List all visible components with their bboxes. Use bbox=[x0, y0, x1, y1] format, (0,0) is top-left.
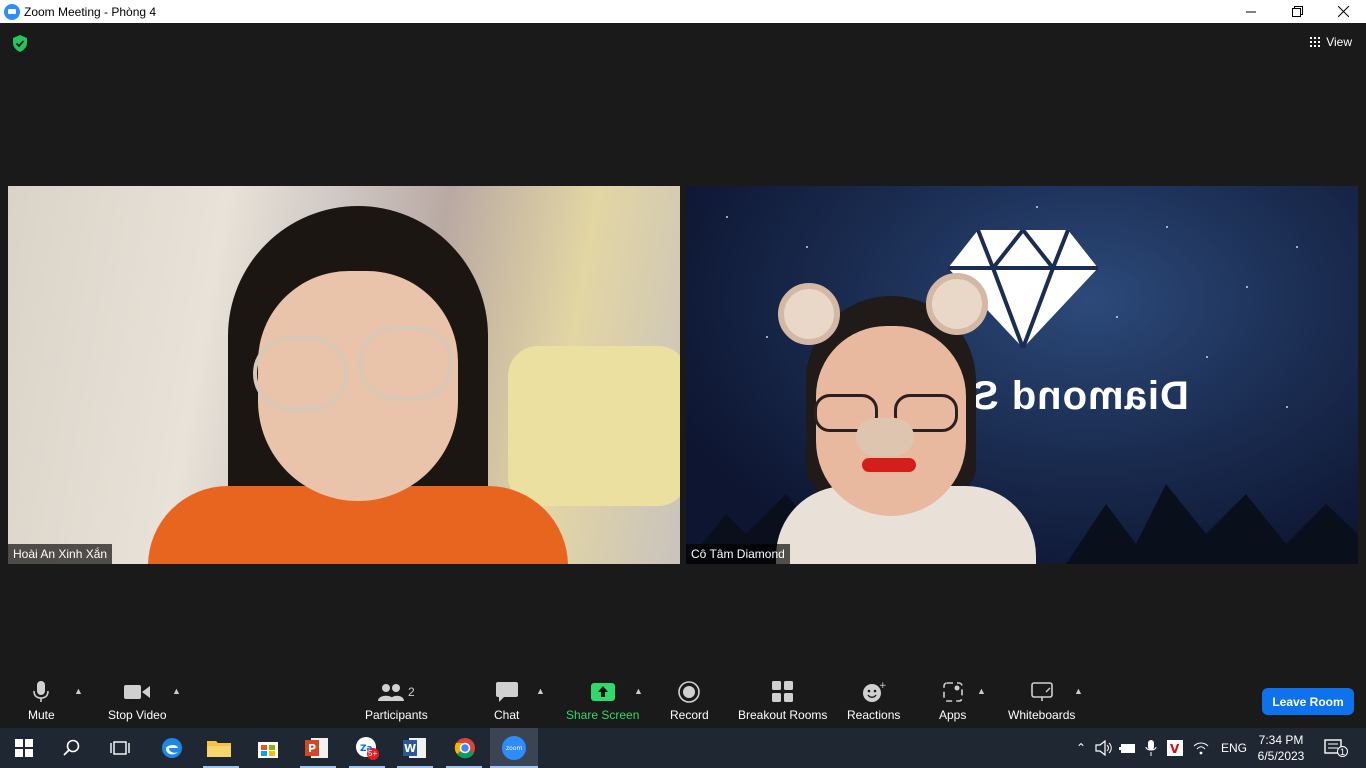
microsoft-store-icon[interactable] bbox=[256, 736, 280, 760]
grid-view-icon bbox=[1310, 37, 1321, 47]
record-label: Record bbox=[670, 708, 709, 722]
microphone-tray-icon[interactable] bbox=[1145, 740, 1157, 756]
chrome-icon[interactable] bbox=[453, 736, 477, 760]
window-controls bbox=[1228, 0, 1366, 23]
zoom-taskbar-icon[interactable]: zoom bbox=[502, 736, 526, 760]
mute-button[interactable]: Mute bbox=[28, 680, 55, 722]
video-background-pillow bbox=[508, 346, 680, 506]
participants-icon bbox=[378, 684, 404, 701]
record-icon bbox=[678, 680, 701, 704]
language-indicator[interactable]: ENG bbox=[1221, 741, 1247, 755]
breakout-rooms-icon bbox=[771, 680, 794, 704]
svg-text:W: W bbox=[404, 742, 416, 755]
participants-count: 2 bbox=[408, 685, 415, 699]
chat-options-caret-icon[interactable]: ▲ bbox=[536, 686, 545, 696]
view-button[interactable]: View bbox=[1310, 35, 1352, 49]
reactions-button[interactable]: + Reactions bbox=[847, 680, 900, 722]
video-participant-glasses bbox=[253, 336, 348, 411]
share-screen-label: Share Screen bbox=[566, 708, 640, 722]
whiteboard-icon bbox=[1030, 680, 1053, 704]
share-screen-icon bbox=[590, 680, 615, 704]
apps-icon bbox=[942, 680, 963, 704]
minimize-icon bbox=[1246, 11, 1256, 12]
word-icon[interactable]: W bbox=[403, 736, 427, 760]
close-icon bbox=[1337, 6, 1349, 17]
meeting-area: View Hoài An Xinh Xắn Diamond S Cô Tâm D… bbox=[0, 23, 1366, 674]
participants-button[interactable]: 2 Participants bbox=[365, 680, 428, 722]
taskbar-clock[interactable]: 7:34 PM 6/5/2023 bbox=[1250, 732, 1312, 764]
chat-button[interactable]: Chat bbox=[494, 680, 519, 722]
window-titlebar: Zoom Meeting - Phòng 4 bbox=[0, 0, 1366, 23]
system-tray: ⌃ V ENG bbox=[1073, 728, 1247, 768]
clock-date: 6/5/2023 bbox=[1257, 749, 1305, 763]
virtual-background-text: Diamond S bbox=[971, 374, 1189, 418]
zoom-app-icon bbox=[4, 3, 20, 20]
video-tile-participant-1[interactable]: Hoài An Xinh Xắn bbox=[8, 186, 680, 564]
leave-room-button[interactable]: Leave Room bbox=[1262, 688, 1354, 715]
chat-label: Chat bbox=[494, 708, 520, 722]
zalo-icon[interactable]: Za 5+ bbox=[355, 736, 379, 760]
stop-video-label: Stop Video bbox=[108, 708, 167, 722]
reactions-label: Reactions bbox=[847, 708, 901, 722]
notification-count: 1 bbox=[1337, 746, 1348, 757]
svg-text:P: P bbox=[308, 742, 316, 755]
svg-text:V: V bbox=[1170, 742, 1180, 756]
show-hidden-icons-chevron-icon[interactable]: ⌃ bbox=[1073, 741, 1089, 755]
mute-options-caret-icon[interactable]: ▲ bbox=[74, 686, 83, 696]
battery-icon[interactable] bbox=[1119, 741, 1137, 755]
bear-nose-filter bbox=[856, 418, 914, 456]
clock-time: 7:34 PM bbox=[1258, 733, 1304, 747]
video-options-caret-icon[interactable]: ▲ bbox=[172, 686, 181, 696]
view-label: View bbox=[1326, 35, 1352, 49]
chat-bubble-icon bbox=[495, 680, 518, 704]
apps-label: Apps bbox=[939, 708, 967, 722]
wifi-icon[interactable] bbox=[1193, 741, 1209, 755]
stop-video-button[interactable]: Stop Video bbox=[108, 680, 167, 722]
vietkey-icon[interactable]: V bbox=[1167, 740, 1183, 756]
breakout-rooms-label: Breakout Rooms bbox=[738, 708, 828, 722]
apps-options-caret-icon[interactable]: ▲ bbox=[977, 686, 986, 696]
bear-ear-filter bbox=[926, 273, 988, 335]
shield-check-icon[interactable] bbox=[12, 35, 28, 52]
file-explorer-icon[interactable] bbox=[207, 736, 231, 760]
video-camera-icon bbox=[124, 680, 151, 704]
search-icon[interactable] bbox=[60, 736, 84, 760]
record-button[interactable]: Record bbox=[670, 680, 709, 722]
participant-name-label: Hoài An Xinh Xắn bbox=[8, 544, 113, 564]
share-screen-button[interactable]: Share Screen bbox=[566, 680, 639, 722]
svg-text:+: + bbox=[879, 681, 886, 691]
participant-name-label: Cô Tâm Diamond bbox=[686, 544, 790, 564]
breakout-rooms-button[interactable]: Breakout Rooms bbox=[738, 680, 827, 722]
windows-taskbar: P Za 5+ W zoom ⌃ V ENG 7:34 PM 6/5/2023 … bbox=[0, 728, 1366, 768]
apps-button[interactable]: Apps bbox=[939, 680, 966, 722]
window-title: Zoom Meeting - Phòng 4 bbox=[24, 4, 157, 19]
video-participant-lips bbox=[862, 458, 916, 472]
whiteboards-button[interactable]: Whiteboards bbox=[1008, 680, 1075, 722]
participants-label: Participants bbox=[365, 708, 428, 722]
task-view-icon[interactable] bbox=[108, 736, 132, 760]
mute-label: Mute bbox=[28, 708, 55, 722]
meeting-toolbar: Mute ▲ Stop Video ▲ 2 Participants Chat … bbox=[0, 674, 1366, 728]
share-options-caret-icon[interactable]: ▲ bbox=[634, 686, 643, 696]
notifications-icon[interactable]: 1 bbox=[1322, 736, 1348, 760]
smiley-add-icon: + bbox=[862, 680, 886, 704]
close-button[interactable] bbox=[1320, 0, 1366, 23]
minimize-button[interactable] bbox=[1228, 0, 1274, 23]
restore-icon bbox=[1291, 6, 1303, 17]
zalo-badge: 5+ bbox=[368, 749, 378, 758]
participants-icon-group: 2 bbox=[378, 680, 415, 704]
microphone-icon bbox=[33, 680, 50, 704]
volume-icon[interactable] bbox=[1095, 740, 1113, 756]
svg-text:zoom: zoom bbox=[506, 745, 522, 752]
video-participant-glasses bbox=[358, 326, 453, 401]
powerpoint-icon[interactable]: P bbox=[305, 736, 329, 760]
windows-start-icon[interactable] bbox=[12, 736, 36, 760]
edge-browser-icon[interactable] bbox=[160, 736, 184, 760]
video-tile-participant-2[interactable]: Diamond S Cô Tâm Diamond bbox=[686, 186, 1358, 564]
bear-ear-filter bbox=[778, 283, 840, 345]
whiteboards-options-caret-icon[interactable]: ▲ bbox=[1074, 686, 1083, 696]
whiteboards-label: Whiteboards bbox=[1008, 708, 1076, 722]
restore-button[interactable] bbox=[1274, 0, 1320, 23]
